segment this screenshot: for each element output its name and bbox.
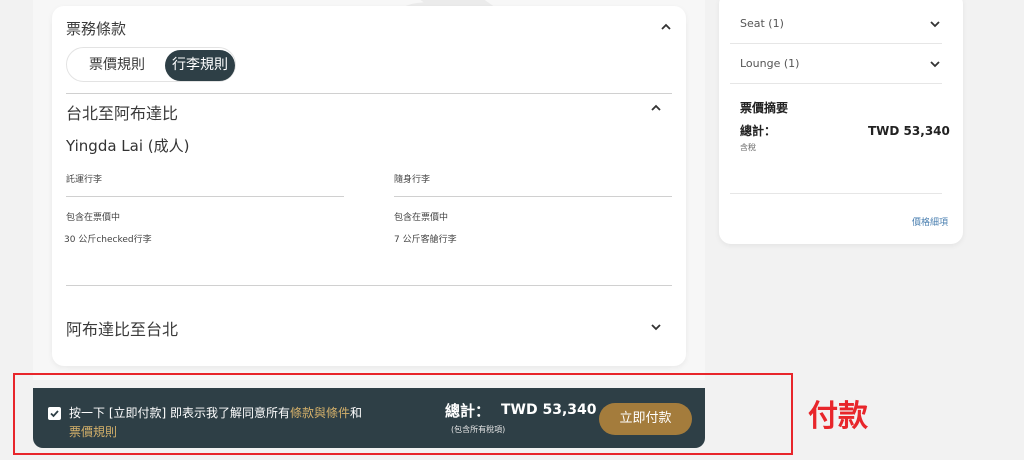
- price-details-link[interactable]: 價格細項: [912, 215, 948, 228]
- segment-route: 阿布達比至台北: [66, 320, 179, 339]
- rules-tabs: 票價規則 行李規則: [66, 47, 236, 82]
- chevron-up-icon[interactable]: [649, 101, 663, 115]
- summary-item-lounge: Lounge (1): [740, 57, 800, 70]
- carry-included: 包含在票價中: [394, 213, 449, 223]
- fare-summary-card: Seat (1) Lounge (1) 票價摘要 總計： TWD 53,340 …: [719, 0, 963, 244]
- section-title: 票務條款: [66, 20, 127, 38]
- chevron-down-icon[interactable]: [649, 320, 663, 334]
- divider: [730, 83, 942, 84]
- fare-rules-card: 票務條款 票價規則 行李規則 台北至阿布達比 Yingda Lai (成人) 託…: [52, 6, 686, 366]
- chevron-up-icon[interactable]: [659, 20, 673, 34]
- summary-item-seat: Seat (1): [740, 17, 784, 30]
- segment-route: 台北至阿布達比: [66, 104, 179, 123]
- carry-allowance: 7 公斤客艙行李: [394, 235, 457, 245]
- annotation-highlight-box: [13, 373, 793, 455]
- tab-fare-rules[interactable]: 票價規則: [73, 50, 161, 81]
- chevron-down-icon[interactable]: [928, 57, 942, 71]
- annotation-label: 付款: [808, 399, 868, 434]
- passenger-name: Yingda Lai (成人): [66, 137, 190, 155]
- carry-on-label: 隨身行李: [394, 175, 431, 185]
- checked-baggage-label: 託運行李: [66, 175, 103, 185]
- divider: [394, 196, 672, 197]
- divider: [66, 93, 672, 94]
- chevron-down-icon[interactable]: [928, 17, 942, 31]
- divider: [730, 193, 942, 194]
- divider: [66, 196, 344, 197]
- summary-total-amount: TWD 53,340: [868, 124, 950, 138]
- divider: [66, 285, 672, 286]
- summary-total-label: 總計：: [740, 124, 777, 138]
- divider: [730, 43, 942, 44]
- summary-tax-note: 含稅: [740, 143, 756, 152]
- fare-summary-title: 票價摘要: [740, 101, 789, 115]
- tab-baggage-rules[interactable]: 行李規則: [165, 50, 235, 81]
- checked-allowance: 30 公斤checked行李: [64, 235, 152, 245]
- checked-included: 包含在票價中: [66, 213, 121, 223]
